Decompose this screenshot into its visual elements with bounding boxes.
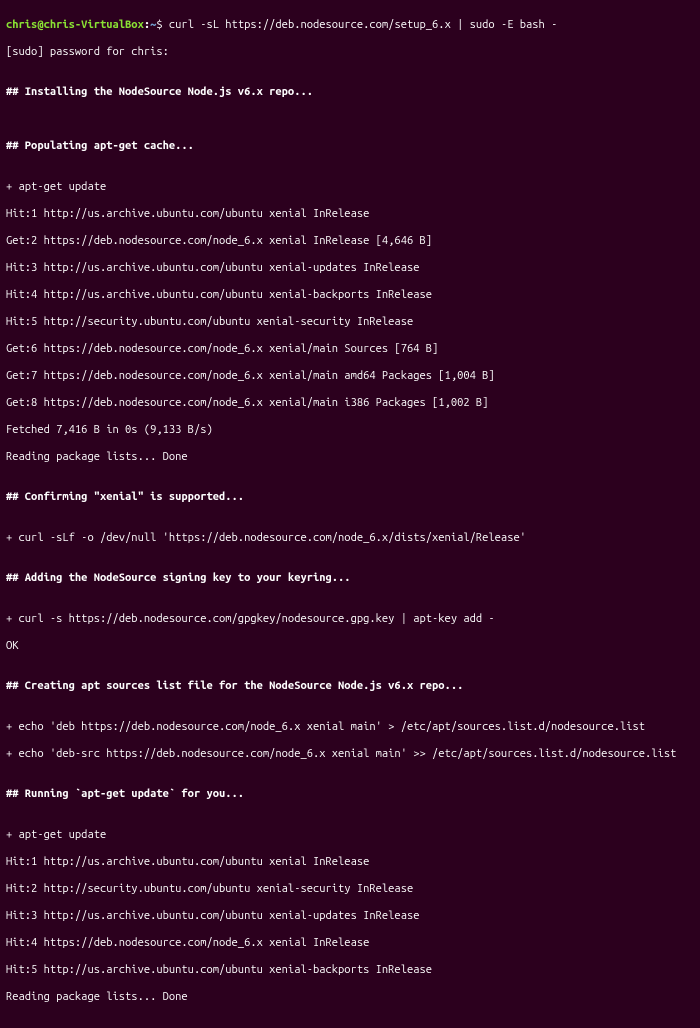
output-line: + echo 'deb-src https://deb.nodesource.c… xyxy=(6,748,694,762)
output-line: Hit:1 http://us.archive.ubuntu.com/ubunt… xyxy=(6,856,694,870)
output-line: Get:2 https://deb.nodesource.com/node_6.… xyxy=(6,235,694,249)
output-line: Get:6 https://deb.nodesource.com/node_6.… xyxy=(6,343,694,357)
output-line: Hit:4 http://us.archive.ubuntu.com/ubunt… xyxy=(6,289,694,303)
output-line: + curl -sLf -o /dev/null 'https://deb.no… xyxy=(6,532,694,546)
output-line: Hit:3 http://us.archive.ubuntu.com/ubunt… xyxy=(6,262,694,276)
terminal[interactable]: chris@chris-VirtualBox:~$ curl -sL https… xyxy=(0,0,700,1028)
section-heading: ## Populating apt-get cache... xyxy=(6,140,694,154)
output-line: Get:8 https://deb.nodesource.com/node_6.… xyxy=(6,397,694,411)
output-line: Hit:1 http://us.archive.ubuntu.com/ubunt… xyxy=(6,208,694,222)
output-line: Hit:5 http://security.ubuntu.com/ubuntu … xyxy=(6,316,694,330)
output-line: OK xyxy=(6,640,694,654)
output-line: + apt-get update xyxy=(6,829,694,843)
section-heading: ## Creating apt sources list file for th… xyxy=(6,680,694,694)
output-line: + apt-get update xyxy=(6,181,694,195)
section-heading: ## Running `apt-get update` for you... xyxy=(6,788,694,802)
section-heading: ## Adding the NodeSource signing key to … xyxy=(6,572,694,586)
output-line: Hit:3 http://us.archive.ubuntu.com/ubunt… xyxy=(6,910,694,924)
output-line: + curl -s https://deb.nodesource.com/gpg… xyxy=(6,613,694,627)
prompt-user: chris xyxy=(6,19,37,31)
prompt-line: chris@chris-VirtualBox:~$ curl -sL https… xyxy=(6,19,694,33)
output-line: Hit:2 http://security.ubuntu.com/ubuntu … xyxy=(6,883,694,897)
output-line: Get:7 https://deb.nodesource.com/node_6.… xyxy=(6,370,694,384)
output-line: Reading package lists... Done xyxy=(6,991,694,1005)
output-line: + echo 'deb https://deb.nodesource.com/n… xyxy=(6,721,694,735)
prompt-dollar: $ xyxy=(156,19,169,31)
command-text: curl -sL https://deb.nodesource.com/setu… xyxy=(169,19,557,31)
output-line: Reading package lists... Done xyxy=(6,451,694,465)
output-line: Hit:4 https://deb.nodesource.com/node_6.… xyxy=(6,937,694,951)
prompt-host: chris-VirtualBox xyxy=(44,19,144,31)
output-line: Hit:5 http://us.archive.ubuntu.com/ubunt… xyxy=(6,964,694,978)
section-heading: ## Confirming "xenial" is supported... xyxy=(6,491,694,505)
output-line: Fetched 7,416 B in 0s (9,133 B/s) xyxy=(6,424,694,438)
section-heading: ## Installing the NodeSource Node.js v6.… xyxy=(6,86,694,100)
output-line: [sudo] password for chris: xyxy=(6,46,694,60)
